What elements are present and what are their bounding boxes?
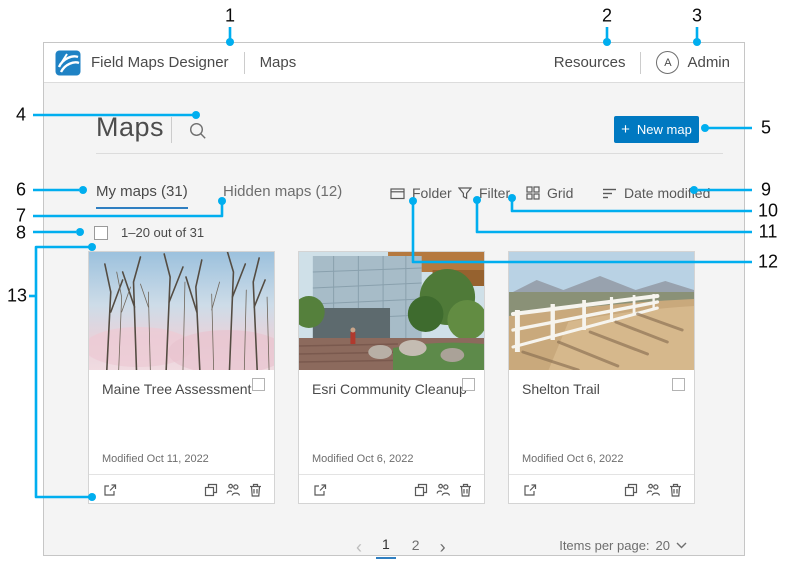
map-checkbox[interactable] xyxy=(462,378,475,391)
nav-resources[interactable]: Resources xyxy=(554,54,626,71)
user-menu[interactable]: Admin xyxy=(687,54,730,71)
duplicate-icon[interactable] xyxy=(412,481,430,499)
items-per-page-select[interactable]: Items per page: 20 xyxy=(559,538,687,553)
callout-12: 12 xyxy=(758,252,778,273)
plus-icon: + xyxy=(621,122,630,137)
delete-icon[interactable] xyxy=(666,481,684,499)
map-modified-date: Modified Oct 11, 2022 xyxy=(102,453,209,465)
select-all-checkbox[interactable] xyxy=(94,226,108,240)
page-title: Maps xyxy=(96,112,164,143)
map-checkbox[interactable] xyxy=(672,378,685,391)
delete-icon[interactable] xyxy=(456,481,474,499)
title-divider xyxy=(171,117,172,143)
card-body: Esri Community Cleanup Modified Oct 6, 2… xyxy=(299,370,484,474)
callout-10: 10 xyxy=(758,201,778,222)
sort-label: Date modified xyxy=(624,185,710,201)
next-page-button[interactable]: › xyxy=(436,538,450,556)
map-card: Shelton Trail Modified Oct 6, 2022 xyxy=(508,251,695,504)
map-thumbnail-trail[interactable] xyxy=(509,252,694,370)
map-card: Esri Community Cleanup Modified Oct 6, 2… xyxy=(298,251,485,504)
map-card-list: Maine Tree Assessment Modified Oct 11, 2… xyxy=(88,251,702,504)
callout-3: 3 xyxy=(692,6,702,27)
grid-label: Grid xyxy=(547,185,573,201)
filter-label: Filter xyxy=(479,185,510,201)
share-group-icon[interactable] xyxy=(644,481,662,499)
field-maps-designer-window: Field Maps Designer Maps Resources A Adm… xyxy=(43,42,745,556)
callout-7: 7 xyxy=(16,206,26,227)
grid-view-button[interactable]: Grid xyxy=(526,183,573,203)
map-title[interactable]: Shelton Trail xyxy=(522,381,600,397)
card-footer xyxy=(299,475,484,504)
user-avatar[interactable]: A xyxy=(656,51,679,74)
app-header: Field Maps Designer Maps Resources A Adm… xyxy=(44,43,744,83)
new-map-label: New map xyxy=(637,122,692,137)
map-thumbnail-trees[interactable] xyxy=(89,252,274,370)
header-divider-right xyxy=(640,52,641,74)
duplicate-icon[interactable] xyxy=(622,481,640,499)
search-icon[interactable] xyxy=(188,121,208,141)
callout-6: 6 xyxy=(16,180,26,201)
selection-count: 1–20 out of 31 xyxy=(121,225,204,240)
header-rule xyxy=(96,153,723,154)
map-title[interactable]: Maine Tree Assessment xyxy=(102,381,251,397)
callout-13: 13 xyxy=(7,286,27,307)
share-group-icon[interactable] xyxy=(434,481,452,499)
grid-icon xyxy=(526,186,540,200)
map-modified-date: Modified Oct 6, 2022 xyxy=(312,453,414,465)
sort-icon xyxy=(602,187,617,200)
filter-button[interactable]: Filter xyxy=(458,183,510,203)
open-map-icon[interactable] xyxy=(101,481,119,499)
new-map-button[interactable]: + New map xyxy=(614,116,699,143)
callout-4: 4 xyxy=(16,105,26,126)
prev-page-button[interactable]: ‹ xyxy=(352,538,366,556)
pagination: ‹ 1 2 › xyxy=(352,534,450,559)
share-group-icon[interactable] xyxy=(224,481,242,499)
card-footer xyxy=(89,475,274,504)
callout-1: 1 xyxy=(225,6,235,27)
esri-logo-icon xyxy=(55,50,81,76)
selection-row: 1–20 out of 31 xyxy=(94,225,204,240)
map-title[interactable]: Esri Community Cleanup xyxy=(312,381,467,397)
open-map-icon[interactable] xyxy=(311,481,329,499)
items-per-page-label: Items per page: xyxy=(559,538,649,553)
folder-icon xyxy=(390,186,405,201)
page-2-button[interactable]: 2 xyxy=(406,535,426,558)
folder-label: Folder xyxy=(412,185,452,201)
delete-icon[interactable] xyxy=(246,481,264,499)
callout-9: 9 xyxy=(761,180,771,201)
card-body: Maine Tree Assessment Modified Oct 11, 2… xyxy=(89,370,274,474)
folder-button[interactable]: Folder xyxy=(390,183,452,203)
map-thumbnail-building[interactable] xyxy=(299,252,484,370)
filter-icon xyxy=(458,186,472,200)
sort-button[interactable]: Date modified xyxy=(602,183,710,203)
open-map-icon[interactable] xyxy=(521,481,539,499)
header-divider xyxy=(244,52,245,74)
map-modified-date: Modified Oct 6, 2022 xyxy=(522,453,624,465)
screenshot-canvas: Field Maps Designer Maps Resources A Adm… xyxy=(0,0,804,562)
card-footer xyxy=(509,475,694,504)
card-body: Shelton Trail Modified Oct 6, 2022 xyxy=(509,370,694,474)
tab-my-maps[interactable]: My maps (31) xyxy=(96,183,188,209)
callout-2: 2 xyxy=(602,6,612,27)
tab-hidden-maps[interactable]: Hidden maps (12) xyxy=(223,183,342,207)
map-checkbox[interactable] xyxy=(252,378,265,391)
callout-8: 8 xyxy=(16,223,26,244)
items-per-page-value: 20 xyxy=(656,538,670,553)
callout-5: 5 xyxy=(761,118,771,139)
chevron-down-icon xyxy=(676,542,687,549)
app-title: Field Maps Designer xyxy=(91,54,229,71)
page-1-button[interactable]: 1 xyxy=(376,534,396,559)
duplicate-icon[interactable] xyxy=(202,481,220,499)
map-card: Maine Tree Assessment Modified Oct 11, 2… xyxy=(88,251,275,504)
nav-maps[interactable]: Maps xyxy=(260,54,297,71)
callout-11: 11 xyxy=(759,222,778,243)
